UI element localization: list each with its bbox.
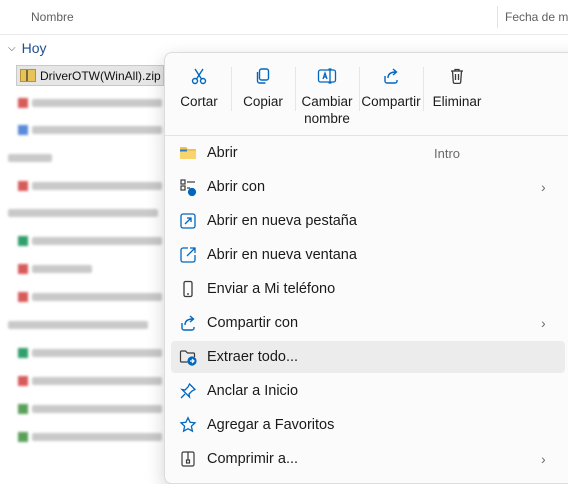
quick-actions-bar: Cortar Copiar Cambiar nombre Compartir E… bbox=[165, 53, 568, 133]
list-item[interactable] bbox=[18, 181, 162, 191]
pin-icon bbox=[180, 382, 197, 399]
delete-label: Eliminar bbox=[432, 94, 482, 109]
menu-item-open[interactable]: Abrir Intro bbox=[171, 137, 565, 169]
extract-icon bbox=[179, 350, 197, 366]
menu-item-label: Comprimir a... bbox=[207, 451, 299, 467]
delete-button[interactable]: Eliminar bbox=[425, 65, 489, 110]
copy-label: Copiar bbox=[243, 94, 283, 109]
list-item[interactable] bbox=[18, 432, 162, 442]
list-item[interactable] bbox=[8, 320, 148, 330]
list-item[interactable] bbox=[18, 264, 92, 274]
star-icon bbox=[179, 416, 197, 433]
phone-icon bbox=[183, 280, 193, 298]
column-date[interactable]: Fecha de m bbox=[505, 10, 568, 24]
menu-item-label: Abrir en nueva pestaña bbox=[207, 213, 357, 229]
menu-item-share-with[interactable]: Compartir con › bbox=[171, 307, 565, 339]
menu-item-pin-start[interactable]: Anclar a Inicio bbox=[171, 375, 565, 407]
menu-item-label: Abrir bbox=[207, 145, 238, 161]
menu-item-label: Extraer todo... bbox=[207, 349, 299, 365]
group-label: Hoy bbox=[21, 40, 47, 56]
cut-label: Cortar bbox=[180, 94, 218, 109]
divider bbox=[423, 67, 424, 111]
selected-file-row[interactable]: DriverOTW(WinAll).zip bbox=[16, 65, 164, 86]
chevron-right-icon: › bbox=[541, 179, 546, 195]
menu-item-open-with[interactable]: Abrir con › bbox=[171, 171, 565, 203]
share-with-icon bbox=[181, 315, 195, 331]
trash-icon bbox=[451, 68, 463, 85]
menu-item-open-new-tab[interactable]: Abrir en nueva pestaña bbox=[171, 205, 565, 237]
list-item[interactable] bbox=[18, 404, 162, 414]
compress-icon bbox=[181, 451, 195, 467]
menu-item-label: Enviar a Mi teléfono bbox=[207, 281, 336, 297]
share-button[interactable]: Compartir bbox=[359, 65, 423, 110]
new-window-icon bbox=[180, 247, 196, 263]
list-item[interactable] bbox=[18, 125, 162, 135]
copy-button[interactable]: Copiar bbox=[231, 65, 295, 110]
shortcut-hint: Intro bbox=[434, 145, 461, 161]
rename-button[interactable]: Cambiar nombre bbox=[295, 65, 359, 127]
group-header-today[interactable]: ⌵ Hoy bbox=[8, 40, 47, 56]
column-name[interactable]: Nombre bbox=[31, 10, 74, 24]
menu-item-add-favorites[interactable]: Agregar a Favoritos bbox=[171, 409, 565, 441]
menu-item-send-to-phone[interactable]: Enviar a Mi teléfono bbox=[171, 273, 565, 305]
new-tab-icon bbox=[180, 213, 196, 229]
rename-icon bbox=[317, 68, 337, 84]
menu-item-label: Abrir con bbox=[207, 179, 266, 195]
context-menu: Cortar Copiar Cambiar nombre Compartir E… bbox=[164, 52, 568, 484]
menu-item-open-new-window[interactable]: Abrir en nueva ventana bbox=[171, 239, 565, 271]
zip-folder-icon bbox=[20, 69, 36, 82]
menu-item-label: Agregar a Favoritos bbox=[207, 417, 335, 433]
scissors-icon bbox=[191, 68, 207, 85]
column-separator[interactable] bbox=[497, 6, 498, 28]
list-item[interactable] bbox=[8, 208, 158, 218]
chevron-right-icon: › bbox=[541, 451, 546, 467]
list-item[interactable] bbox=[18, 236, 162, 246]
file-name: DriverOTW(WinAll).zip bbox=[40, 68, 161, 83]
share-label: Compartir bbox=[361, 94, 421, 109]
menu-divider bbox=[165, 135, 568, 136]
list-item[interactable] bbox=[18, 292, 162, 302]
menu-item-label: Anclar a Inicio bbox=[207, 383, 299, 399]
menu-item-label: Abrir en nueva ventana bbox=[207, 247, 357, 263]
chevron-right-icon: › bbox=[541, 315, 546, 331]
rename-label: Cambiar nombre bbox=[301, 94, 353, 126]
list-item[interactable] bbox=[18, 348, 162, 358]
menu-item-extract-all[interactable]: Extraer todo... bbox=[171, 341, 565, 373]
column-header: Nombre Fecha de m bbox=[0, 0, 568, 35]
list-item[interactable] bbox=[18, 376, 162, 386]
list-item[interactable] bbox=[8, 153, 52, 163]
cut-button[interactable]: Cortar bbox=[167, 65, 231, 110]
menu-item-label: Compartir con bbox=[207, 315, 299, 331]
folder-icon bbox=[180, 147, 196, 159]
chevron-down-icon[interactable]: ⌵ bbox=[8, 43, 16, 54]
share-icon bbox=[384, 68, 398, 84]
copy-icon bbox=[256, 68, 270, 84]
list-item[interactable] bbox=[18, 98, 162, 108]
menu-item-compress[interactable]: Comprimir a... › bbox=[171, 443, 565, 475]
open-with-icon bbox=[180, 179, 197, 196]
